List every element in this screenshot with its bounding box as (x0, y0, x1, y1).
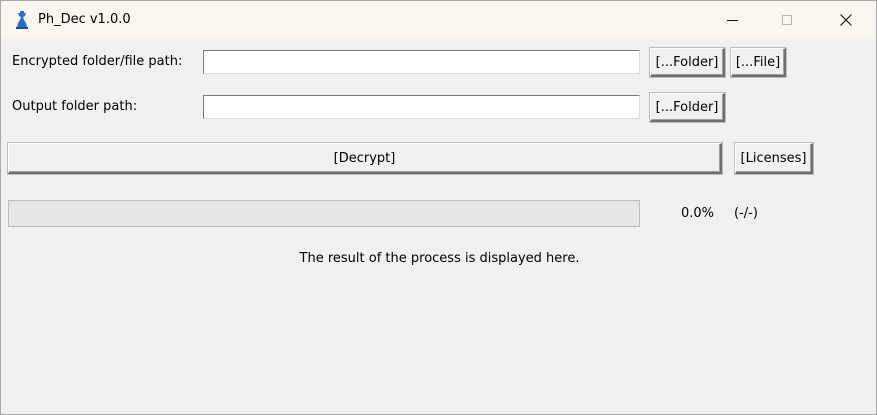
encrypted-browse-folder-button[interactable]: [...Folder] (650, 48, 725, 77)
encrypted-browse-file-button[interactable]: [...File] (731, 48, 786, 77)
encrypted-path-input[interactable] (203, 50, 640, 74)
licenses-button[interactable]: [Licenses] (735, 143, 813, 174)
output-browse-folder-button[interactable]: [...Folder] (650, 93, 725, 122)
result-message: The result of the process is displayed h… (299, 251, 580, 266)
app-window: Ph_Dec v1.0.0 Encrypted folder/file path… (0, 0, 877, 415)
progress-count: (-/-) (734, 206, 758, 221)
output-path-label: Output folder path: (12, 99, 138, 114)
minimize-button[interactable] (710, 1, 756, 39)
chess-piece-icon (14, 10, 30, 30)
output-path-input[interactable] (203, 95, 640, 119)
maximize-button[interactable] (764, 1, 810, 39)
title-bar[interactable]: Ph_Dec v1.0.0 (1, 1, 876, 39)
encrypted-path-label: Encrypted folder/file path: (12, 54, 183, 69)
progress-bar (8, 200, 640, 227)
progress-percent: 0.0% (681, 206, 715, 221)
window-title: Ph_Dec v1.0.0 (38, 12, 131, 27)
decrypt-button[interactable]: [Decrypt] (8, 143, 722, 174)
close-button[interactable] (823, 1, 869, 39)
